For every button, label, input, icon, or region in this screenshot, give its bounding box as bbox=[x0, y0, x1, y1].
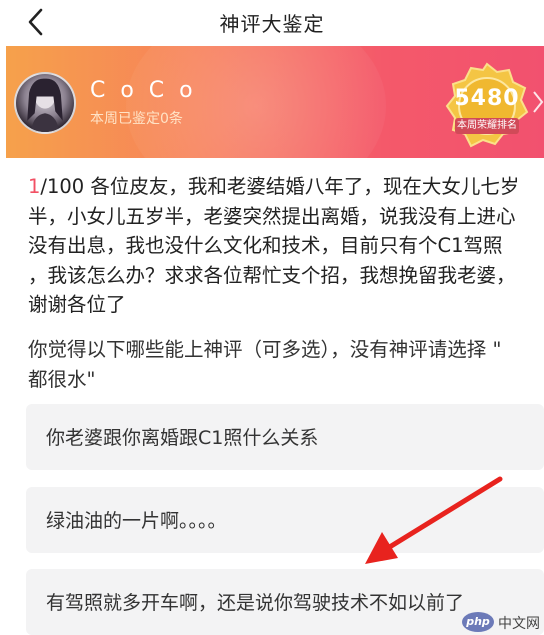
page-title: 神评大鉴定 bbox=[219, 12, 325, 36]
question-text: 1/100 各位皮友，我和老婆结婚八年了，现在大女儿七岁 半，小女儿五岁半，老婆… bbox=[28, 172, 544, 320]
chevron-right-icon[interactable] bbox=[532, 90, 544, 114]
option-label: 有驾照就多开车啊，还是说你驾驶技术不如以前了 bbox=[46, 592, 465, 614]
question-total: /100 bbox=[40, 175, 85, 198]
avatar-image bbox=[27, 78, 63, 132]
question-index: 1 bbox=[28, 175, 41, 198]
watermark-logo: php bbox=[462, 612, 494, 632]
option-label: 你老婆跟你离婚跟C1照什么关系 bbox=[46, 427, 319, 449]
user-name: C o C o bbox=[90, 78, 197, 103]
watermark-text: 中文网 bbox=[498, 616, 540, 632]
option-label: 绿油油的一片啊。。。。 bbox=[46, 510, 227, 532]
watermark: php 中文网 bbox=[462, 612, 542, 632]
option-item[interactable]: 绿油油的一片啊。。。。 bbox=[26, 487, 544, 553]
nav-bar: 神评大鉴定 bbox=[0, 0, 544, 44]
weekly-appraised-count: 本周已鉴定0条 bbox=[90, 111, 183, 127]
badge-label: 本周荣耀排名 bbox=[455, 118, 519, 134]
question-body: 各位皮友，我和老婆结婚八年了，现在大女儿七岁 半，小女儿五岁半，老婆突然提出离婚… bbox=[28, 175, 520, 316]
avatar[interactable] bbox=[14, 72, 76, 134]
badge-number: 5480 bbox=[454, 86, 520, 111]
selection-prompt: 你觉得以下哪些能上神评（可多选），没有神评请选择 " 都很水" bbox=[28, 338, 502, 391]
option-item[interactable]: 你老婆跟你离婚跟C1照什么关系 bbox=[26, 404, 544, 470]
user-banner: C o C o 本周已鉴定0条 5480 本周荣耀排名 bbox=[6, 46, 544, 158]
honor-rank-badge[interactable]: 5480 本周荣耀排名 bbox=[441, 60, 533, 152]
